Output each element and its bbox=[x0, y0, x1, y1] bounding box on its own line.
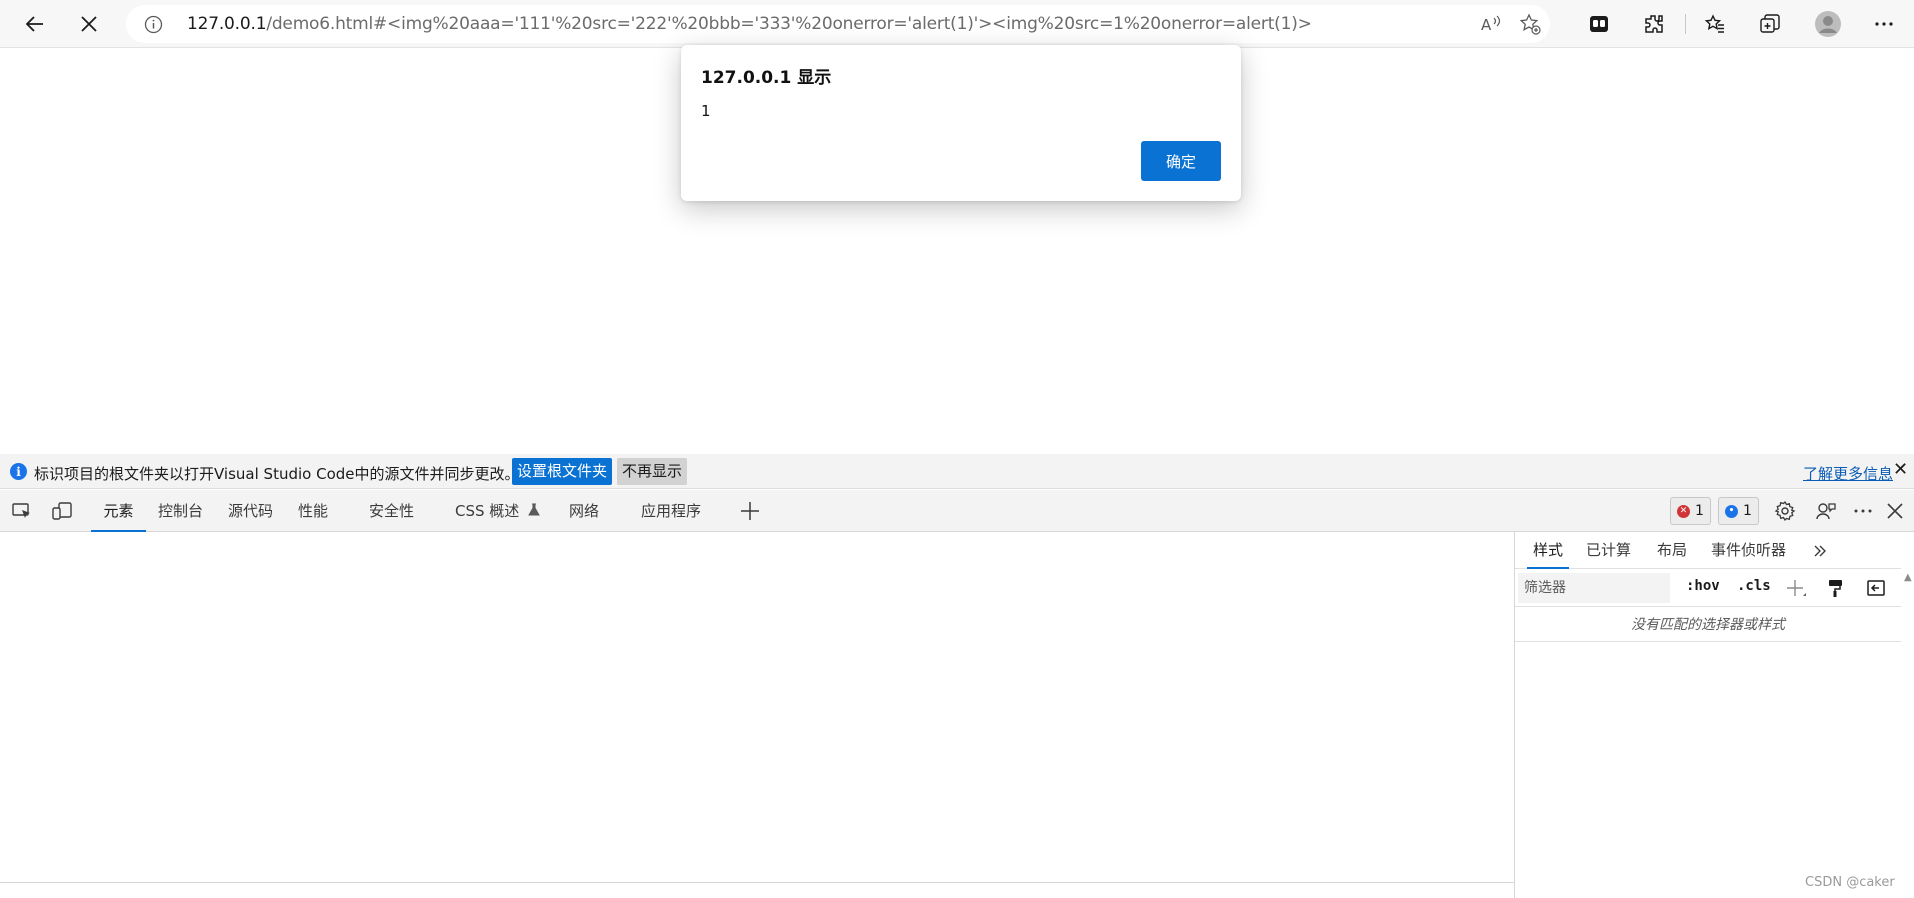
collections-button[interactable] bbox=[1752, 6, 1788, 42]
address-bar[interactable]: 127.0.0.1/demo6.html#<img%20aaa='111'%20… bbox=[126, 5, 1550, 43]
errors-badge[interactable]: ✕ 1 bbox=[1670, 497, 1711, 525]
add-favorite-icon[interactable] bbox=[1519, 13, 1541, 35]
tab-elements[interactable]: 元素 bbox=[91, 490, 146, 532]
close-icon bbox=[81, 16, 97, 32]
tab-application[interactable]: 应用程序 bbox=[641, 490, 701, 532]
back-arrow-icon bbox=[25, 16, 43, 32]
dont-show-again-button[interactable]: 不再显示 bbox=[617, 458, 688, 485]
devtools-infobar: i 标识项目的根文件夹以打开Visual Studio Code中的源文件并同步… bbox=[0, 454, 1914, 489]
no-matching-styles-message: 没有匹配的选择器或样式 bbox=[1515, 608, 1901, 642]
learn-more-link[interactable]: 了解更多信息 bbox=[1803, 463, 1893, 484]
read-aloud-icon[interactable]: A bbox=[1480, 13, 1502, 35]
site-info-icon[interactable] bbox=[144, 15, 163, 34]
tab-css-overview-label: CSS 概述 bbox=[455, 502, 520, 520]
tab-event-listeners[interactable]: 事件侦听器 bbox=[1711, 532, 1786, 569]
puzzle-icon bbox=[1645, 15, 1663, 33]
inspect-element-icon[interactable] bbox=[11, 500, 33, 522]
extension-app-icon bbox=[1590, 16, 1608, 32]
dialog-ok-button[interactable]: 确定 bbox=[1141, 141, 1221, 181]
messages-badge[interactable]: • 1 bbox=[1718, 497, 1759, 525]
toggle-computed-sidebar-icon[interactable] bbox=[1866, 578, 1886, 598]
color-format-brush-icon[interactable] bbox=[1826, 578, 1846, 598]
experiment-flask-icon bbox=[528, 503, 540, 516]
url-text[interactable]: 127.0.0.1/demo6.html#<img%20aaa='111'%20… bbox=[187, 5, 1312, 43]
dialog-title: 127.0.0.1 显示 bbox=[701, 68, 832, 88]
elements-breadcrumb-divider bbox=[0, 882, 1514, 883]
tab-console[interactable]: 控制台 bbox=[158, 490, 203, 532]
feedback-icon[interactable] bbox=[1815, 500, 1837, 522]
tab-styles[interactable]: 样式 bbox=[1526, 532, 1570, 569]
more-horizontal-icon bbox=[1875, 22, 1893, 26]
collections-extension-button[interactable] bbox=[1581, 6, 1617, 42]
styles-filter-input[interactable] bbox=[1518, 573, 1670, 603]
messages-count: 1 bbox=[1743, 503, 1752, 519]
toolbar-separator bbox=[1685, 14, 1686, 34]
elements-dom-tree[interactable] bbox=[0, 532, 1514, 898]
tab-computed[interactable]: 已计算 bbox=[1586, 532, 1631, 569]
more-options-icon[interactable] bbox=[1852, 500, 1874, 522]
dialog-message: 1 bbox=[701, 102, 711, 120]
message-icon: • bbox=[1725, 504, 1738, 518]
favorites-star-icon bbox=[1704, 14, 1724, 33]
new-style-rule-icon[interactable] bbox=[1785, 578, 1807, 600]
settings-gear-icon[interactable] bbox=[1774, 500, 1796, 522]
add-tab-plus-icon[interactable] bbox=[739, 500, 761, 522]
url-host: 127.0.0.1 bbox=[187, 14, 267, 34]
profile-button[interactable] bbox=[1810, 6, 1846, 42]
tab-sources[interactable]: 源代码 bbox=[228, 490, 273, 532]
error-icon: ✕ bbox=[1677, 504, 1690, 518]
tab-security[interactable]: 安全性 bbox=[369, 490, 414, 532]
styles-filter-row: :hov .cls bbox=[1515, 569, 1901, 607]
cls-toggle[interactable]: .cls bbox=[1737, 578, 1771, 594]
svg-text:A: A bbox=[1481, 16, 1492, 34]
set-root-folder-button[interactable]: 设置根文件夹 bbox=[512, 458, 613, 485]
favorites-button[interactable] bbox=[1697, 6, 1733, 42]
tab-network[interactable]: 网络 bbox=[569, 490, 599, 532]
settings-more-button[interactable] bbox=[1866, 6, 1902, 42]
tab-performance[interactable]: 性能 bbox=[298, 490, 328, 532]
styles-sidebar: 样式 已计算 布局 事件侦听器 :hov .cls 没有匹配的选择器或样式 ▲ bbox=[1514, 532, 1914, 898]
infobar-close-icon[interactable]: ✕ bbox=[1893, 459, 1908, 480]
more-tabs-chevron-icon[interactable] bbox=[1812, 543, 1828, 559]
watermark: CSDN @caker bbox=[1805, 875, 1895, 890]
avatar bbox=[1815, 11, 1841, 37]
info-icon: i bbox=[10, 463, 27, 480]
styles-tabbar: 样式 已计算 布局 事件侦听器 bbox=[1515, 532, 1901, 569]
tab-layout[interactable]: 布局 bbox=[1657, 532, 1687, 569]
hov-toggle[interactable]: :hov bbox=[1686, 578, 1720, 594]
errors-count: 1 bbox=[1695, 503, 1704, 519]
alert-dialog: 127.0.0.1 显示 1 确定 bbox=[681, 45, 1241, 201]
collections-icon bbox=[1760, 14, 1780, 33]
close-devtools-icon[interactable] bbox=[1884, 500, 1906, 522]
back-button[interactable] bbox=[17, 6, 53, 42]
extensions-button[interactable] bbox=[1636, 6, 1672, 42]
devtools-tabbar: 元素 控制台 源代码 性能 安全性 CSS 概述 网络 应用程序 ✕ 1 • 1 bbox=[0, 490, 1914, 532]
scroll-up-arrow-icon[interactable]: ▲ bbox=[1904, 572, 1912, 583]
url-path: /demo6.html#<img%20aaa='111'%20src='222'… bbox=[266, 14, 1312, 34]
browser-toolbar: 127.0.0.1/demo6.html#<img%20aaa='111'%20… bbox=[0, 0, 1914, 48]
stop-loading-button[interactable] bbox=[71, 6, 107, 42]
device-emulation-icon[interactable] bbox=[51, 500, 73, 522]
tab-css-overview[interactable]: CSS 概述 bbox=[455, 490, 541, 532]
infobar-message: 标识项目的根文件夹以打开Visual Studio Code中的源文件并同步更改… bbox=[34, 465, 520, 483]
